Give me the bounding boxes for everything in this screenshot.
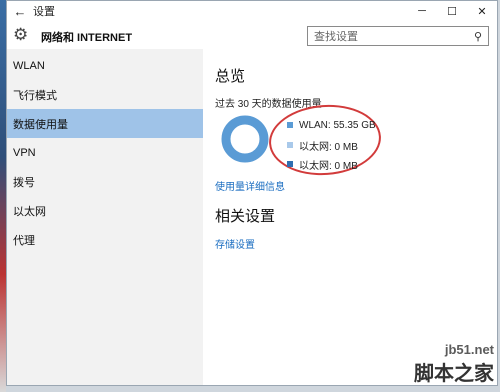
maximize-icon: ☐ [447, 5, 457, 18]
related-settings-heading: 相关设置 [215, 208, 276, 225]
sidebar-item-label: WLAN [13, 59, 45, 72]
sidebar-item-ethernet[interactable]: 以太网 [7, 196, 203, 225]
watermark: jb51.net 脚本之家 [414, 342, 494, 386]
legend-label: 以太网: 0 MB [299, 141, 358, 153]
watermark-site: jb51.net [444, 342, 494, 357]
sidebar-item-label: 飞行模式 [13, 89, 57, 102]
page-header: ⚙ 网络和 INTERNET 查找设置 ⚲ [7, 23, 497, 49]
minimize-button[interactable]: ─ [407, 1, 437, 21]
close-button[interactable]: ✕ [467, 1, 497, 21]
sidebar-item-label: 拨号 [13, 176, 35, 189]
search-input[interactable]: 查找设置 [308, 28, 468, 44]
gear-icon: ⚙ [13, 25, 29, 44]
title-bar: ← 设置 ─ ☐ ✕ [7, 1, 497, 21]
sidebar-item-label: 代理 [13, 234, 35, 247]
storage-settings-link[interactable]: 存储设置 [215, 236, 255, 251]
close-icon: ✕ [477, 5, 487, 18]
window-title: 设置 [33, 6, 55, 18]
minimize-icon: ─ [418, 5, 426, 17]
sidebar-item-wlan[interactable]: WLAN [7, 51, 203, 80]
settings-window: ← 设置 ─ ☐ ✕ ⚙ 网络和 INTERNET 查找设置 ⚲ WLAN 飞行… [6, 0, 498, 386]
sidebar-item-dial-up[interactable]: 拨号 [7, 167, 203, 196]
page-title: 网络和 INTERNET [41, 32, 133, 44]
back-button[interactable]: ← [7, 1, 33, 21]
sidebar-item-airplane-mode[interactable]: 飞行模式 [7, 80, 203, 109]
legend-item: WLAN: 55.35 GB [287, 117, 376, 133]
sidebar-item-label: VPN [13, 146, 36, 159]
legend-swatch [287, 142, 293, 148]
main-content: 总览 过去 30 天的数据使用量 WLAN: 55.35 GB 以太网: 0 M… [203, 49, 499, 385]
legend-swatch [287, 161, 293, 167]
maximize-button[interactable]: ☐ [437, 1, 467, 21]
legend-item: 以太网: 0 MB [287, 137, 358, 153]
back-arrow-icon: ← [13, 3, 27, 19]
usage-details-link[interactable]: 使用量详细信息 [215, 178, 285, 193]
donut-ring-wlan [221, 115, 269, 163]
search-icon[interactable]: ⚲ [468, 30, 488, 43]
sidebar-item-data-usage[interactable]: 数据使用量 [7, 109, 203, 138]
usage-donut-chart [221, 115, 269, 163]
window-controls: ─ ☐ ✕ [407, 1, 497, 21]
legend-swatch [287, 122, 293, 128]
sidebar: WLAN 飞行模式 数据使用量 VPN 拨号 以太网 代理 [7, 49, 203, 385]
sidebar-item-label: 数据使用量 [13, 118, 68, 131]
overview-heading: 总览 [215, 68, 246, 85]
sidebar-item-vpn[interactable]: VPN [7, 138, 203, 167]
sidebar-item-label: 以太网 [13, 205, 46, 218]
watermark-brand: 脚本之家 [414, 363, 494, 385]
sidebar-item-proxy[interactable]: 代理 [7, 225, 203, 254]
search-box[interactable]: 查找设置 ⚲ [307, 26, 489, 46]
legend-label: WLAN: 55.35 GB [299, 119, 376, 131]
legend-label: 以太网: 0 MB [299, 160, 358, 172]
legend-item: 以太网: 0 MB [287, 156, 358, 172]
